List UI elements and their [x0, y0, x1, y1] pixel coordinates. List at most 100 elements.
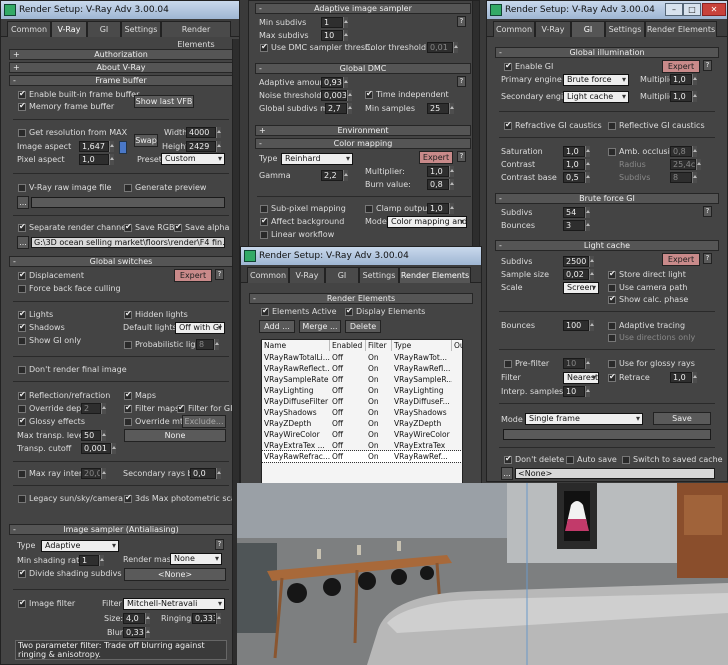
- lc-subdivs-input[interactable]: 2500: [563, 256, 589, 267]
- output-path-browse-button[interactable]: ...: [17, 236, 29, 249]
- dont-render-checkbox[interactable]: [18, 366, 26, 374]
- sample-size-spinner[interactable]: [589, 269, 594, 280]
- tab-vray[interactable]: V-Ray: [535, 21, 571, 37]
- tab-vray[interactable]: V-Ray: [51, 21, 87, 37]
- preset-dropdown[interactable]: Custom: [161, 153, 225, 165]
- saturation-input[interactable]: 1,0: [563, 146, 585, 157]
- gen-preview-checkbox[interactable]: [124, 184, 132, 192]
- prefilter-spinner[interactable]: [585, 358, 590, 369]
- size-spinner[interactable]: [145, 613, 150, 624]
- column-name[interactable]: Name: [262, 340, 330, 351]
- ringing-input[interactable]: 0,333: [192, 613, 216, 624]
- image-aspect-input[interactable]: 1,647: [79, 141, 109, 152]
- show-last-vfb-button[interactable]: Show last VFB: [134, 95, 194, 108]
- tab-gi[interactable]: GI: [571, 21, 605, 37]
- global-subdivs-input[interactable]: 2,7: [325, 103, 347, 114]
- sampler-type-dropdown[interactable]: Adaptive: [41, 540, 119, 552]
- size-input[interactable]: 4,0: [123, 613, 145, 624]
- window-titlebar[interactable]: Render Setup: V-Ray Adv 3.00.04: [1, 1, 239, 19]
- bf-help-button[interactable]: ?: [703, 206, 712, 217]
- lc-path-browse-button[interactable]: ...: [501, 467, 513, 480]
- lights-checkbox[interactable]: [18, 309, 26, 319]
- ao-subdivs-spinner[interactable]: [692, 172, 697, 183]
- window-titlebar[interactable]: Render Setup: V-Ray Adv 3.00.04 – □ ✕: [487, 1, 727, 19]
- save-rgb-checkbox[interactable]: [124, 222, 132, 232]
- lc-bounces-spinner[interactable]: [589, 320, 594, 331]
- swap-button[interactable]: Swap: [134, 134, 158, 147]
- image-filter-checkbox[interactable]: [18, 598, 26, 608]
- gamma-input[interactable]: 2,2: [321, 170, 343, 181]
- bounces-spinner[interactable]: [585, 220, 590, 231]
- show-gi-only-checkbox[interactable]: [18, 337, 26, 345]
- min-samples-spinner[interactable]: [449, 103, 454, 114]
- ringing-spinner[interactable]: [216, 613, 221, 624]
- primary-mult-spinner[interactable]: [692, 74, 697, 85]
- close-button[interactable]: ✕: [702, 3, 726, 16]
- render-mask-dropdown[interactable]: None: [170, 553, 222, 565]
- subpixel-checkbox[interactable]: [260, 205, 268, 213]
- clamp-spinner[interactable]: [449, 203, 454, 214]
- burn-spinner[interactable]: [449, 179, 454, 190]
- gi-help-button[interactable]: ?: [703, 60, 712, 71]
- lc-filter-dropdown[interactable]: Nearest: [563, 372, 599, 384]
- mode-dropdown[interactable]: Color mapping and gamma: [387, 216, 467, 228]
- lc-bounces-input[interactable]: 100: [563, 320, 589, 331]
- pixel-aspect-spinner[interactable]: [109, 154, 114, 165]
- tab-settings[interactable]: Settings: [121, 21, 161, 37]
- rollout-global-illumination[interactable]: - Global illumination: [495, 47, 719, 58]
- glossy-checkbox[interactable]: [18, 416, 26, 426]
- lc-subdivs-spinner[interactable]: [589, 256, 594, 267]
- max-ray-spinner[interactable]: [101, 468, 106, 479]
- cm-type-dropdown[interactable]: Reinhard: [281, 153, 353, 165]
- shadows-checkbox[interactable]: [18, 322, 26, 332]
- filter-gi-checkbox[interactable]: [177, 403, 185, 413]
- prob-lights-input[interactable]: 8: [196, 339, 214, 350]
- min-subdivs-spinner[interactable]: [343, 17, 348, 28]
- override-none-button[interactable]: None: [124, 429, 226, 442]
- rollout-global-dmc[interactable]: - Global DMC: [255, 63, 471, 74]
- rollout-about[interactable]: + About V-Ray: [9, 62, 233, 73]
- rollout-color-mapping[interactable]: - Color mapping: [255, 138, 471, 149]
- interp-input[interactable]: 10: [563, 386, 585, 397]
- burn-input[interactable]: 0,8: [427, 179, 449, 190]
- sampler-help-button[interactable]: ?: [215, 539, 224, 550]
- interp-spinner[interactable]: [585, 386, 590, 397]
- noise-threshold-input[interactable]: 0,003: [321, 90, 347, 101]
- sep-channels-checkbox[interactable]: [18, 222, 26, 232]
- color-threshold-spinner[interactable]: [453, 42, 458, 53]
- max-transp-spinner[interactable]: [101, 430, 106, 441]
- noise-threshold-spinner[interactable]: [347, 90, 352, 101]
- use-camera-checkbox[interactable]: [608, 284, 616, 292]
- adaptive-tracing-checkbox[interactable]: [608, 322, 616, 330]
- column-output[interactable]: Ou: [452, 340, 462, 351]
- override-depth-input[interactable]: 2: [81, 403, 101, 414]
- contrast-input[interactable]: 1,0: [563, 159, 585, 170]
- rollout-environment[interactable]: + Environment: [255, 125, 471, 136]
- amb-occl-input[interactable]: 0,8: [670, 146, 692, 157]
- min-subdivs-input[interactable]: 1: [321, 17, 343, 28]
- prob-lights-checkbox[interactable]: [124, 341, 132, 349]
- primary-engine-dropdown[interactable]: Brute force: [563, 74, 629, 86]
- settings-scrollbar[interactable]: [472, 1, 479, 247]
- time-independent-checkbox[interactable]: [365, 89, 373, 99]
- table-row[interactable]: VRayExtraTex ... Off On VRayExtraTex: [262, 440, 462, 451]
- get-res-checkbox[interactable]: [18, 129, 26, 137]
- tab-settings[interactable]: Settings: [605, 21, 645, 37]
- override-depth-checkbox[interactable]: [18, 405, 26, 413]
- linear-checkbox[interactable]: [260, 231, 268, 239]
- table-row[interactable]: VRayRawRefrac... Off On VRayRawRef...: [262, 450, 462, 463]
- raw-path-field[interactable]: [31, 197, 225, 208]
- multiplier-input[interactable]: 1,0: [427, 166, 449, 177]
- tab-gi[interactable]: GI: [87, 21, 121, 37]
- tab-common[interactable]: Common: [7, 21, 51, 37]
- delete-element-button[interactable]: Delete: [345, 320, 381, 333]
- exclude-button[interactable]: Exclude...: [182, 415, 226, 428]
- min-shading-input[interactable]: 1: [79, 555, 99, 566]
- filter-dropdown[interactable]: Mitchell-Netravali: [123, 598, 225, 610]
- sec-rays-spinner[interactable]: [216, 468, 221, 479]
- refl-caustics-checkbox[interactable]: [608, 122, 616, 130]
- refr-caustics-checkbox[interactable]: [504, 120, 512, 130]
- column-enabled[interactable]: Enabled: [330, 340, 366, 351]
- amb-occl-spinner[interactable]: [692, 146, 697, 157]
- lock-aspect-button[interactable]: L: [119, 141, 127, 154]
